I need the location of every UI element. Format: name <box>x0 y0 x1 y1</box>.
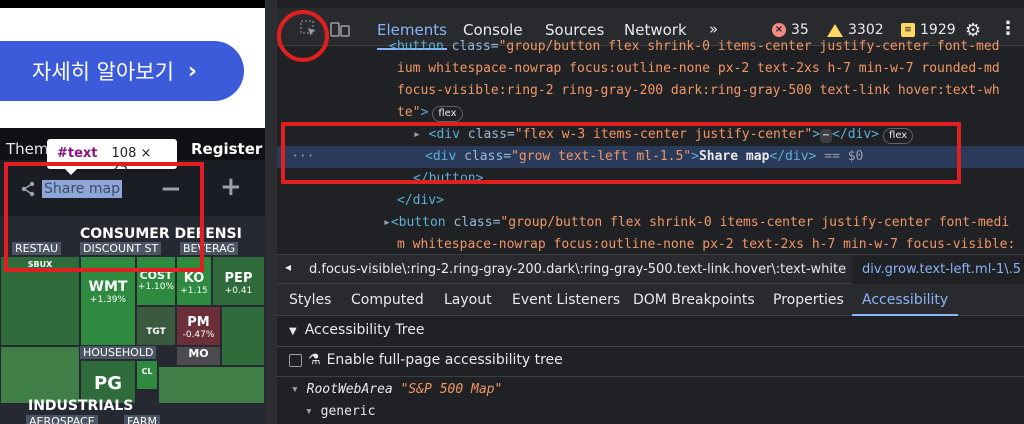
accessibility-pane: ▼ Accessibility Tree ⚗ Enable full-page a… <box>277 316 1024 424</box>
dom-line[interactable]: ▸<button class="group/button flex shrink… <box>277 212 1024 234</box>
error-icon: × <box>772 23 786 37</box>
dom-line[interactable]: te"> flex <box>277 102 1024 124</box>
web-page-viewport: 자세히 알아보기 › Theme Register Share map − + … <box>0 0 265 424</box>
dom-line[interactable]: </div> <box>277 190 1024 212</box>
dom-line[interactable]: focus-visible:ring-2 ring-gray-200 dark:… <box>277 80 1024 102</box>
dom-breadcrumbs: ◂ d.focus-visible\:ring-2.ring-gray-200.… <box>277 254 1024 284</box>
a11y-tree-node[interactable]: ▾ generic <box>305 404 375 419</box>
chevron-right-icon: › <box>187 58 197 84</box>
register-link[interactable]: Register <box>191 140 262 158</box>
breadcrumb-item-current[interactable]: div.grow.text-left.ml-1\.5 <box>852 255 1024 284</box>
tab-layout[interactable]: Layout <box>444 292 492 308</box>
tooltip-node-type: #text <box>57 146 98 161</box>
divider <box>277 346 1024 347</box>
dom-line[interactable]: ium whitespace-nowrap focus:outline-none… <box>277 58 1024 80</box>
tab-properties[interactable]: Properties <box>773 292 844 308</box>
treemap-cell[interactable]: PM -0.47% <box>176 306 221 346</box>
tab-dom-breakpoints[interactable]: DOM Breakpoints <box>633 292 755 308</box>
full-page-tree-toggle[interactable]: ⚗ Enable full-page accessibility tree <box>289 352 563 368</box>
treemap-cell[interactable]: CL <box>136 360 158 390</box>
industry-label: FARM <box>124 415 160 424</box>
tooltip-node-size: 108 × 25 <box>111 146 152 176</box>
learn-more-label: 자세히 알아보기 <box>32 60 174 84</box>
treemap-cell[interactable]: PEP +0.41 <box>212 256 265 306</box>
treemap-cell[interactable]: MO <box>176 346 221 366</box>
learn-more-button[interactable]: 자세히 알아보기 › <box>0 41 244 101</box>
hero-section: 자세히 알아보기 › <box>0 8 265 128</box>
treemap-cell <box>221 306 265 366</box>
breadcrumb-scroll-left-icon[interactable]: ◂ <box>285 260 291 274</box>
full-page-tree-checkbox[interactable] <box>289 353 302 367</box>
a11y-tree-root[interactable]: ▾ RootWebArea "S&P 500 Map" <box>291 382 502 397</box>
flex-badge[interactable]: flex <box>432 106 463 122</box>
industry-label: HOUSEHOLD <box>80 346 157 359</box>
dom-line[interactable]: m whitespace-nowrap focus:outline-none p… <box>277 234 1024 256</box>
warning-icon <box>827 23 843 37</box>
full-page-tree-label: Enable full-page accessibility tree <box>326 352 563 368</box>
info-icon: ≡ <box>901 23 915 37</box>
annotation-highlight-share <box>4 162 204 272</box>
tab-computed[interactable]: Computed <box>351 292 424 308</box>
treemap-cell <box>158 366 265 404</box>
treemap-cell[interactable]: TGT <box>136 306 176 346</box>
tab-event-listeners[interactable]: Event Listeners <box>512 292 620 308</box>
collapse-triangle-icon: ▼ <box>289 326 297 337</box>
divider <box>277 376 1024 377</box>
flask-icon: ⚗ <box>308 352 321 368</box>
tab-accessibility[interactable]: Accessibility <box>851 292 959 316</box>
annotation-highlight-node <box>281 122 961 184</box>
breadcrumb-item[interactable]: d.focus-visible\:ring-2.ring-gray-200.da… <box>309 262 849 277</box>
devtools-panel: Elements Console Sources Network » × 35 … <box>265 0 1024 424</box>
treemap-cell <box>0 346 80 404</box>
zoom-in-button[interactable]: + <box>220 172 242 202</box>
accessibility-tree-header[interactable]: ▼ Accessibility Tree <box>289 322 424 338</box>
page-top-strip <box>0 0 265 8</box>
industry-label: AEROSPACE <box>26 415 98 424</box>
tab-styles[interactable]: Styles <box>289 292 331 308</box>
dom-line[interactable]: <button class="group/button flex shrink-… <box>277 36 1024 58</box>
sector-title-industrials: INDUSTRIALS <box>28 398 134 414</box>
sidebar-tabs: Styles Computed Layout Event Listeners D… <box>277 284 1024 316</box>
